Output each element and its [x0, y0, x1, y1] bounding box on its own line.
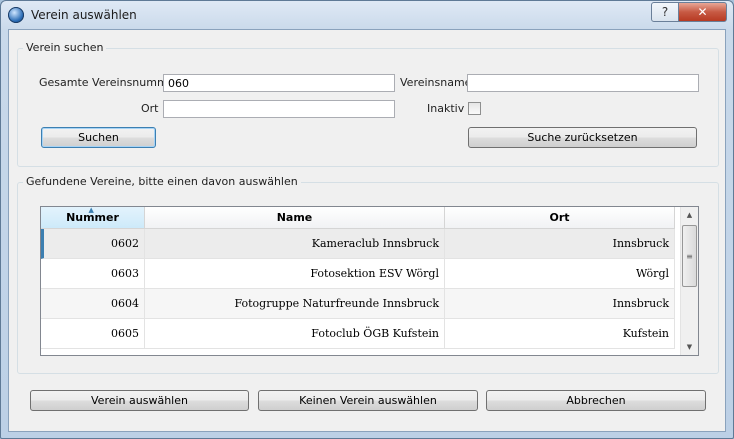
table-row[interactable]: 0603 Fotosektion ESV Wörgl Wörgl	[41, 259, 675, 289]
cell-ort: Innsbruck	[445, 229, 675, 259]
club-name-input[interactable]	[467, 74, 699, 92]
column-header-ort[interactable]: Ort	[445, 207, 675, 229]
table-header: ▲ Nummer Name Ort	[41, 207, 675, 229]
results-group: Gefundene Vereine, bitte einen davon aus…	[17, 175, 719, 374]
globe-app-icon	[8, 7, 24, 23]
table-body: 0602 Kameraclub Innsbruck Innsbruck 0603…	[41, 229, 675, 349]
table-row[interactable]: 0605 Fotoclub ÖGB Kufstein Kufstein	[41, 319, 675, 349]
search-button[interactable]: Suchen	[41, 127, 156, 148]
cell-ort: Kufstein	[445, 319, 675, 349]
search-group: Verein suchen Gesamte Vereinsnummer Vere…	[17, 41, 719, 167]
dialog-window: Verein auswählen ? ✕ Verein suchen Gesam…	[0, 0, 734, 439]
close-button[interactable]: ✕	[678, 2, 727, 22]
sort-ascending-icon: ▲	[88, 206, 94, 214]
cell-ort: Wörgl	[445, 259, 675, 289]
club-number-label: Gesamte Vereinsnummer	[39, 76, 179, 89]
inactive-checkbox[interactable]	[468, 102, 481, 115]
window-title: Verein auswählen	[31, 8, 137, 22]
title-bar[interactable]: Verein auswählen ? ✕	[1, 1, 733, 29]
cell-nummer: 0605	[41, 319, 145, 349]
inactive-label: Inaktiv	[427, 102, 465, 115]
scroll-down-icon[interactable]: ▼	[681, 339, 698, 355]
cancel-button[interactable]: Abbrechen	[486, 390, 706, 411]
city-input[interactable]	[163, 100, 395, 118]
results-group-legend: Gefundene Vereine, bitte einen davon aus…	[23, 175, 301, 188]
table-vertical-scrollbar[interactable]: ▲ ≡ ▼	[680, 207, 698, 355]
club-number-input[interactable]	[163, 74, 395, 92]
column-header-label: Name	[276, 211, 313, 224]
cell-name: Fotogruppe Naturfreunde Innsbruck	[145, 289, 445, 319]
club-name-label: Vereinsname	[400, 76, 472, 89]
city-label: Ort	[141, 102, 159, 115]
cell-nummer: 0603	[41, 259, 145, 289]
column-header-nummer[interactable]: ▲ Nummer	[41, 207, 145, 229]
cell-nummer: 0604	[41, 289, 145, 319]
cell-name: Fotosektion ESV Wörgl	[145, 259, 445, 289]
table-row[interactable]: 0602 Kameraclub Innsbruck Innsbruck	[41, 229, 675, 259]
cell-name: Kameraclub Innsbruck	[145, 229, 445, 259]
help-button[interactable]: ?	[651, 2, 679, 22]
scroll-thumb[interactable]: ≡	[682, 225, 697, 287]
cell-name: Fotoclub ÖGB Kufstein	[145, 319, 445, 349]
scroll-up-icon[interactable]: ▲	[681, 207, 698, 223]
search-group-legend: Verein suchen	[23, 41, 107, 54]
column-header-name[interactable]: Name	[145, 207, 445, 229]
reset-search-button[interactable]: Suche zurücksetzen	[468, 127, 697, 148]
dialog-content: Verein suchen Gesamte Vereinsnummer Vere…	[8, 29, 726, 432]
select-no-club-button[interactable]: Keinen Verein auswählen	[258, 390, 478, 411]
cell-nummer: 0602	[41, 229, 145, 259]
table-row[interactable]: 0604 Fotogruppe Naturfreunde Innsbruck I…	[41, 289, 675, 319]
cell-ort: Innsbruck	[445, 289, 675, 319]
column-header-label: Ort	[549, 211, 570, 224]
select-club-button[interactable]: Verein auswählen	[30, 390, 249, 411]
clubs-table: ▲ Nummer Name Ort 0602 Kameraclub Innsbr…	[40, 206, 699, 356]
